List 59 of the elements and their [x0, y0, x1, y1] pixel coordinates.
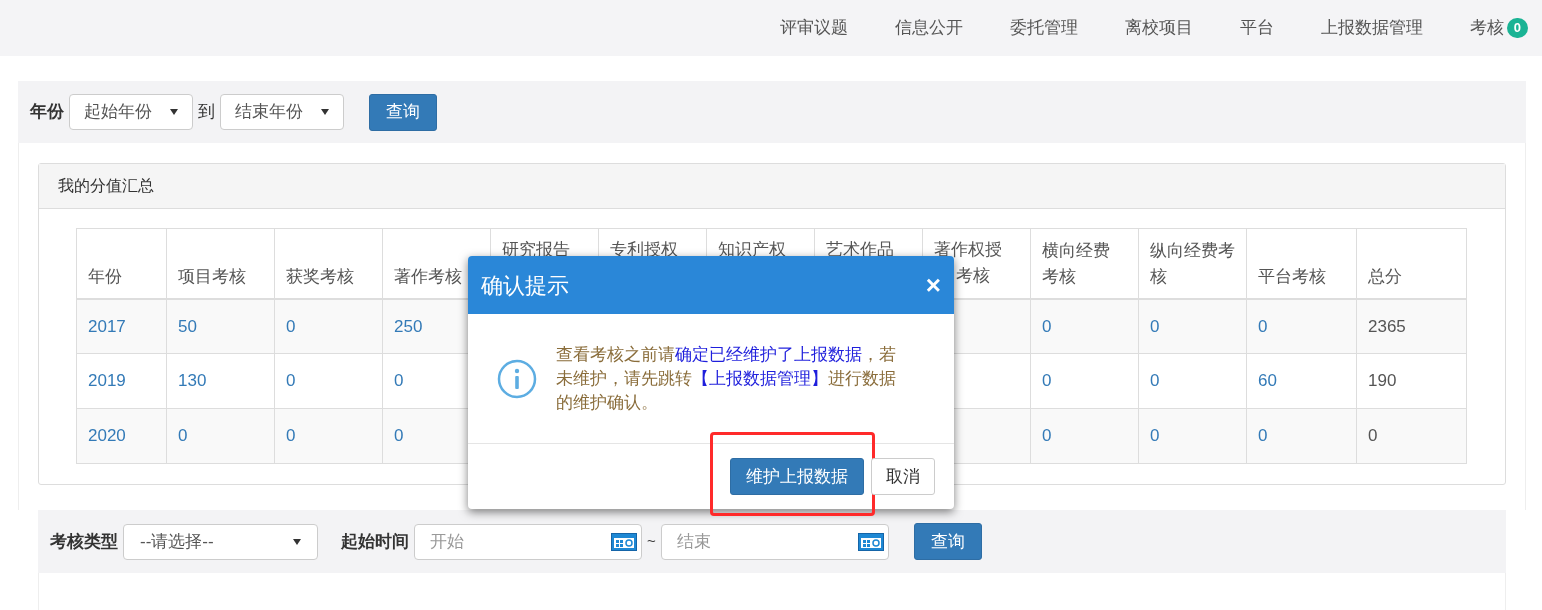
- score-link[interactable]: 0: [274, 298, 383, 354]
- score-link[interactable]: 0: [1030, 353, 1139, 409]
- score-link[interactable]: 2020: [76, 408, 167, 464]
- score-link[interactable]: 0: [1138, 298, 1247, 354]
- caret-icon: [170, 109, 178, 115]
- column-header: 获奖考核: [274, 228, 383, 299]
- filter-label: 考核类型: [50, 530, 118, 553]
- type-select[interactable]: --请选择--: [123, 523, 318, 560]
- column-header: 纵向经费考 核: [1138, 228, 1247, 299]
- table-cell: 0: [1356, 408, 1467, 464]
- table-cell: 190: [1356, 353, 1467, 409]
- score-link[interactable]: 0: [166, 408, 275, 464]
- score-link[interactable]: 0: [1138, 353, 1247, 409]
- calendar-icon: [857, 532, 884, 551]
- nav-link[interactable]: 考核 0: [1469, 15, 1528, 41]
- filter-label: 年份: [30, 101, 64, 124]
- score-link[interactable]: 130: [166, 353, 275, 409]
- cancel-button[interactable]: 取消: [871, 458, 935, 495]
- score-link[interactable]: 0: [1030, 408, 1139, 464]
- filter-label: 起始时间: [341, 530, 409, 553]
- column-header: 平台考核: [1246, 228, 1357, 299]
- score-link[interactable]: 2017: [76, 298, 167, 354]
- nav-link[interactable]: 信息公开: [894, 15, 963, 41]
- score-link[interactable]: 0: [1246, 408, 1357, 464]
- dialog-message: 查看考核之前请确定已经维护了上报数据，若未维护，请先跳转【上报数据管理】进行数据的维护确认。: [556, 343, 897, 414]
- nav-link[interactable]: 评审议题: [779, 15, 848, 41]
- nav-link[interactable]: 上报数据管理: [1320, 15, 1423, 41]
- column-header: 横向经费 考核: [1030, 228, 1139, 299]
- confirm-button[interactable]: 维护上报数据: [730, 458, 864, 495]
- nav-link[interactable]: 平台: [1239, 15, 1274, 41]
- caret-icon: [321, 109, 329, 115]
- range-separator: ~: [647, 531, 656, 552]
- caret-icon: [293, 538, 301, 545]
- query-button[interactable]: 查询: [369, 93, 437, 131]
- score-link[interactable]: 0: [1138, 408, 1247, 464]
- end-year-select[interactable]: 结束年份: [220, 94, 344, 130]
- column-header: 项目考核: [166, 228, 275, 299]
- card-title: 我的分值汇总: [58, 176, 154, 196]
- score-link[interactable]: 50: [166, 298, 275, 354]
- score-link[interactable]: 60: [1246, 353, 1357, 409]
- column-header: 年份: [76, 228, 167, 299]
- column-header: 总分: [1356, 228, 1467, 299]
- table-cell: 2365: [1356, 298, 1467, 354]
- info-icon: [497, 358, 537, 399]
- start-year-select[interactable]: 起始年份: [69, 94, 193, 130]
- query-button[interactable]: 查询: [913, 523, 982, 560]
- score-link[interactable]: 0: [274, 353, 383, 409]
- score-link[interactable]: 2019: [76, 353, 167, 409]
- start-date-field[interactable]: 开始: [414, 523, 642, 560]
- range-separator: 到: [198, 101, 215, 124]
- calendar-icon: [611, 532, 637, 551]
- score-link[interactable]: 0: [274, 408, 383, 464]
- nav-link[interactable]: 委托管理: [1009, 15, 1078, 41]
- end-date-field[interactable]: 结束: [660, 523, 889, 560]
- close-button[interactable]: ×: [925, 272, 941, 298]
- count-badge: 0: [1506, 18, 1528, 38]
- score-link[interactable]: 0: [1030, 298, 1139, 354]
- nav-link[interactable]: 离校项目: [1124, 15, 1193, 41]
- score-link[interactable]: 0: [1246, 298, 1357, 354]
